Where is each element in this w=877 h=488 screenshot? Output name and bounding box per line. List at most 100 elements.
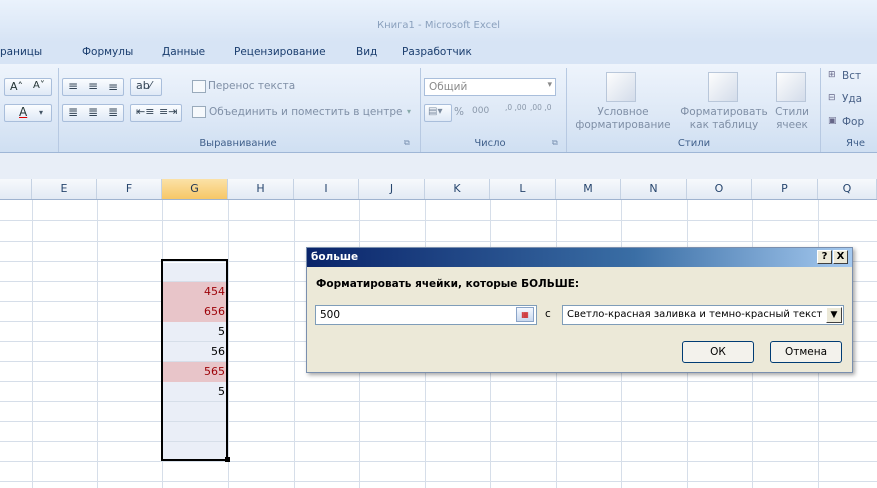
shrink-font-icon: A˅ bbox=[33, 80, 45, 91]
conditional-format-label-2[interactable]: форматирование bbox=[570, 119, 676, 131]
row-line bbox=[0, 220, 877, 221]
format-button[interactable]: Фор bbox=[842, 116, 864, 128]
cell-styles-label-2[interactable]: ячеек bbox=[770, 119, 814, 131]
cancel-button[interactable]: Отмена bbox=[770, 341, 842, 363]
formula-bar-area bbox=[0, 153, 877, 179]
separator bbox=[566, 68, 567, 152]
column-header-p[interactable]: P bbox=[752, 179, 818, 199]
increase-decimal-button[interactable]: ,0 ,00 bbox=[505, 104, 527, 112]
vertical-align-buttons[interactable]: ≡ ≡ ≡ bbox=[62, 78, 124, 96]
ribbon-tabs: раницы Формулы Данные Рецензирование Вид… bbox=[0, 42, 877, 64]
cell-styles-label-1[interactable]: Стили bbox=[770, 106, 814, 118]
insert-button[interactable]: Вст bbox=[842, 70, 861, 82]
font-size-buttons[interactable]: A˄ A˅ bbox=[4, 78, 52, 96]
chevron-down-icon: ▾ bbox=[407, 107, 412, 116]
format-as-table-label-1[interactable]: Форматировать bbox=[678, 106, 770, 118]
wrap-text-button[interactable]: Перенос текста bbox=[208, 80, 295, 92]
wrap-text-icon bbox=[192, 80, 206, 93]
column-header-q[interactable]: Q bbox=[818, 179, 877, 199]
chevron-down-icon: ▾ bbox=[39, 108, 44, 117]
tab-developer[interactable]: Разработчик bbox=[402, 46, 472, 58]
grow-font-icon: A˄ bbox=[10, 80, 24, 93]
horizontal-align-buttons[interactable]: ≣ ≣ ≣ bbox=[62, 104, 124, 122]
range-select-icon[interactable]: ▦ bbox=[516, 307, 534, 322]
chevron-down-icon: ▾ bbox=[547, 80, 552, 90]
dialog-title: больше bbox=[311, 251, 359, 263]
column-header-l[interactable]: L bbox=[490, 179, 556, 199]
ok-button[interactable]: ОК bbox=[682, 341, 754, 363]
orientation-button[interactable]: ab⁄ bbox=[130, 78, 162, 96]
dialog-title-bar[interactable]: больше ? X bbox=[307, 248, 852, 267]
merge-center-button[interactable]: Объединить и поместить в центре bbox=[209, 106, 402, 118]
cells-group-label: Яче bbox=[846, 138, 866, 149]
thousands-button[interactable]: 000 bbox=[472, 106, 489, 116]
column-header-m[interactable]: M bbox=[556, 179, 621, 199]
row-line bbox=[0, 381, 877, 382]
tab-formulas[interactable]: Формулы bbox=[82, 46, 133, 58]
styles-group-label: Стили bbox=[677, 138, 711, 149]
row-line bbox=[0, 481, 877, 482]
align-top-icon: ≡ bbox=[68, 79, 79, 93]
column-header-e[interactable]: E bbox=[32, 179, 97, 199]
column-header-n[interactable]: N bbox=[621, 179, 687, 199]
format-icon: ▣ bbox=[828, 116, 837, 126]
format-as-table-label-2[interactable]: как таблицу bbox=[678, 119, 770, 131]
decrease-indent-icon: ⇤≡ bbox=[136, 105, 155, 118]
column-header-g[interactable]: G bbox=[162, 179, 228, 199]
font-color-icon: A bbox=[19, 105, 28, 119]
decrease-decimal-button[interactable]: ,00 ,0 bbox=[530, 104, 552, 112]
format-as-table-icon bbox=[708, 72, 738, 102]
column-header-k[interactable]: K bbox=[425, 179, 490, 199]
fill-handle[interactable] bbox=[225, 457, 230, 462]
conditional-format-label-1[interactable]: Условное bbox=[570, 106, 676, 118]
column-header-f[interactable]: F bbox=[97, 179, 162, 199]
format-select-value: Светло-красная заливка и темно-красный т… bbox=[567, 309, 823, 320]
align-bottom-icon: ≡ bbox=[108, 80, 119, 94]
alignment-group-label: Выравнивание bbox=[199, 138, 277, 149]
column-line bbox=[294, 200, 295, 488]
cell-styles-icon bbox=[776, 72, 806, 102]
help-button[interactable]: ? bbox=[817, 250, 832, 264]
number-format-value: Общий bbox=[429, 81, 468, 93]
currency-button[interactable]: ▤▾ bbox=[424, 104, 452, 122]
column-header-o[interactable]: O bbox=[687, 179, 752, 199]
window-title: Книга1 - Microsoft Excel bbox=[376, 20, 501, 31]
column-headers: E F G H I J K L M N O P Q bbox=[0, 179, 877, 200]
font-color-button[interactable]: A ▾ bbox=[4, 104, 52, 122]
align-center-icon: ≣ bbox=[88, 105, 99, 119]
column-header-i[interactable]: I bbox=[294, 179, 359, 199]
column-header-d[interactable] bbox=[0, 179, 32, 199]
percent-button[interactable]: % bbox=[454, 106, 464, 118]
chevron-down-icon[interactable]: ▼ bbox=[826, 307, 842, 323]
dialog-launcher-icon[interactable]: ⧉ bbox=[404, 138, 410, 148]
row-line bbox=[0, 241, 877, 242]
align-left-icon: ≣ bbox=[68, 105, 79, 119]
indent-buttons[interactable]: ⇤≡ ≡⇥ bbox=[130, 104, 182, 122]
separator bbox=[58, 68, 59, 152]
tab-page-layout[interactable]: раницы bbox=[0, 46, 42, 58]
threshold-input[interactable]: 500 bbox=[315, 305, 537, 325]
row-line bbox=[0, 401, 877, 402]
text-orientation-icon: ab⁄ bbox=[136, 79, 152, 92]
currency-icon: ▤▾ bbox=[428, 106, 443, 117]
format-select[interactable]: Светло-красная заливка и темно-красный т… bbox=[562, 305, 844, 325]
delete-icon: ⊟ bbox=[828, 93, 836, 103]
close-button[interactable]: X bbox=[833, 250, 848, 264]
column-header-j[interactable]: J bbox=[359, 179, 425, 199]
tab-view[interactable]: Вид bbox=[356, 46, 377, 58]
separator bbox=[420, 68, 421, 152]
tab-data[interactable]: Данные bbox=[162, 46, 205, 58]
title-bar: Книга1 - Microsoft Excel bbox=[0, 0, 877, 42]
selection-border bbox=[161, 259, 228, 461]
align-middle-icon: ≡ bbox=[88, 79, 99, 93]
delete-button[interactable]: Уда bbox=[842, 93, 862, 105]
column-header-h[interactable]: H bbox=[228, 179, 294, 199]
merge-center-icon bbox=[192, 106, 206, 118]
conditional-format-icon bbox=[606, 72, 636, 102]
number-format-combo[interactable]: Общий ▾ bbox=[424, 78, 556, 96]
tab-review[interactable]: Рецензирование bbox=[234, 46, 326, 58]
align-right-icon: ≣ bbox=[108, 105, 119, 119]
column-line bbox=[97, 200, 98, 488]
number-group-label: Число bbox=[474, 138, 506, 149]
dialog-launcher-icon[interactable]: ⧉ bbox=[552, 138, 558, 148]
